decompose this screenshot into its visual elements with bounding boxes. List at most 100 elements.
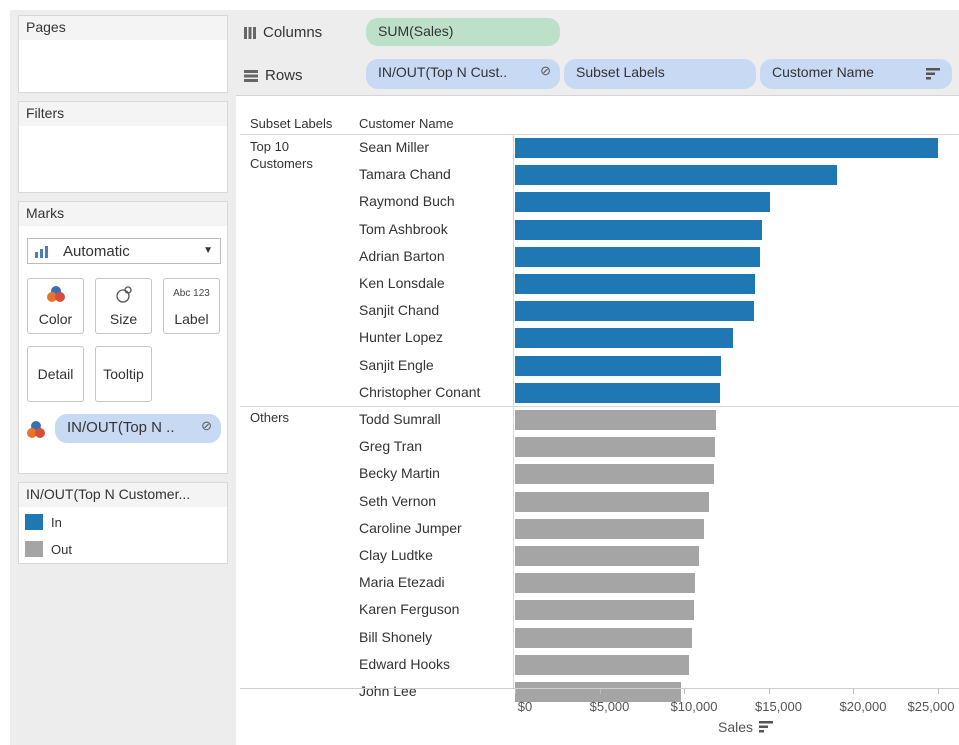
group-label-top[interactable]: Top 10 Customers bbox=[250, 138, 340, 172]
customer-name-label[interactable]: Clay Ludtke bbox=[359, 547, 433, 563]
customer-name-label[interactable]: Seth Vernon bbox=[359, 493, 436, 509]
customer-name-label[interactable]: Maria Etezadi bbox=[359, 574, 445, 590]
sort-icon bbox=[926, 68, 940, 80]
legend-item-in[interactable]: In bbox=[25, 513, 62, 531]
sales-bar[interactable] bbox=[515, 546, 699, 566]
x-axis-tick bbox=[684, 689, 685, 694]
rows-shelf[interactable]: Rows IN/OUT(Top N Cust.. ⊘ Subset Labels… bbox=[236, 57, 959, 95]
shelves-area: Columns SUM(Sales) Rows IN/OUT(Top N Cus… bbox=[236, 10, 959, 96]
set-icon: ⊘ bbox=[201, 418, 212, 433]
rows-icon bbox=[244, 69, 258, 82]
sales-bar[interactable] bbox=[515, 355, 721, 376]
sales-bar[interactable] bbox=[515, 518, 704, 539]
customer-name-label[interactable]: Karen Ferguson bbox=[359, 601, 459, 617]
customer-name-label[interactable]: Raymond Buch bbox=[359, 193, 455, 209]
pane-divider bbox=[513, 134, 514, 689]
label-label: Label bbox=[174, 311, 209, 327]
sales-bar[interactable] bbox=[515, 491, 709, 512]
sales-bar[interactable] bbox=[515, 654, 689, 675]
sales-bar[interactable] bbox=[515, 464, 714, 485]
columns-icon bbox=[244, 26, 256, 39]
sales-bar[interactable] bbox=[515, 410, 716, 430]
x-axis-tick bbox=[768, 689, 770, 694]
left-panel: Pages Filters Marks Automatic ▼ Color Si… bbox=[10, 10, 236, 745]
color-field-label: IN/OUT(Top N .. bbox=[67, 419, 175, 436]
x-axis-tick-label: $5,000 bbox=[589, 699, 630, 714]
customer-name-label[interactable]: Adrian Barton bbox=[359, 248, 445, 264]
mark-type-select[interactable]: Automatic ▼ bbox=[27, 238, 221, 264]
sales-bar[interactable] bbox=[515, 600, 694, 621]
group-label-others[interactable]: Others bbox=[250, 409, 289, 426]
mark-type-value: Automatic bbox=[63, 243, 130, 260]
customer-name-label[interactable]: Bill Shonely bbox=[359, 629, 432, 645]
legend-title[interactable]: IN/OUT(Top N Customer... bbox=[19, 483, 227, 507]
customer-name-label[interactable]: Becky Martin bbox=[359, 465, 440, 481]
sum-sales-label: SUM(Sales) bbox=[378, 23, 454, 39]
x-axis-tick bbox=[599, 689, 601, 694]
sales-bar[interactable] bbox=[515, 165, 837, 186]
x-axis-tick-label: $0 bbox=[517, 699, 533, 714]
x-axis-tick bbox=[937, 689, 939, 694]
size-button[interactable]: Size bbox=[95, 278, 152, 334]
legend-swatch-out bbox=[25, 541, 43, 557]
customer-name-label[interactable]: Caroline Jumper bbox=[359, 520, 462, 536]
x-axis-label: Sales bbox=[718, 719, 754, 735]
x-axis-title[interactable]: Sales bbox=[718, 719, 774, 735]
color-button[interactable]: Color bbox=[27, 278, 84, 334]
x-axis-tick bbox=[853, 689, 854, 694]
customer-name-label[interactable]: Edward Hooks bbox=[359, 656, 450, 672]
customer-name-label[interactable]: Tamara Chand bbox=[359, 166, 451, 182]
customer-name-label[interactable]: Tom Ashbrook bbox=[359, 221, 448, 237]
rows-label: Rows bbox=[265, 67, 303, 84]
customer-name-label[interactable]: Greg Tran bbox=[359, 438, 422, 454]
sales-bar[interactable] bbox=[515, 192, 770, 213]
sum-sales-pill[interactable]: SUM(Sales) bbox=[366, 18, 560, 46]
legend-item-out[interactable]: Out bbox=[25, 540, 72, 558]
customer-name-label[interactable]: Sean Miller bbox=[359, 139, 429, 155]
pages-card[interactable]: Pages bbox=[18, 15, 228, 93]
sales-bar[interactable] bbox=[515, 301, 754, 322]
customer-name-pill[interactable]: Customer Name bbox=[760, 59, 952, 89]
rows-shelf-name: Rows bbox=[243, 67, 303, 84]
columns-shelf[interactable]: Columns SUM(Sales) bbox=[236, 14, 959, 52]
tooltip-label: Tooltip bbox=[103, 366, 144, 382]
detail-label: Detail bbox=[37, 366, 74, 382]
customer-name-label[interactable]: Sanjit Engle bbox=[359, 357, 434, 373]
sales-bar[interactable] bbox=[515, 627, 692, 648]
customer-name-label[interactable]: Ken Lonsdale bbox=[359, 275, 445, 291]
label-button[interactable]: Abc 123 Label bbox=[163, 278, 220, 334]
legend-label-out: Out bbox=[51, 541, 72, 557]
in-out-pill[interactable]: IN/OUT(Top N Cust.. ⊘ bbox=[366, 59, 560, 89]
size-label: Size bbox=[109, 311, 138, 327]
sales-bar[interactable] bbox=[515, 573, 695, 594]
sales-bar[interactable] bbox=[515, 219, 762, 240]
sort-icon[interactable] bbox=[759, 721, 774, 733]
legend-swatch-in bbox=[25, 514, 43, 530]
x-axis-tick-label: $25,000 bbox=[907, 699, 955, 714]
x-axis-tick-label: $10,000 bbox=[670, 699, 718, 714]
size-icon bbox=[115, 286, 132, 303]
subset-labels-pill[interactable]: Subset Labels bbox=[564, 59, 756, 89]
sales-bar[interactable] bbox=[515, 138, 938, 158]
subset-labels-header[interactable]: Subset Labels bbox=[250, 116, 332, 131]
tooltip-button[interactable]: Tooltip bbox=[95, 346, 152, 402]
marks-card: Marks Automatic ▼ Color Size Abc 123 Lab… bbox=[18, 201, 228, 474]
sales-bar[interactable] bbox=[515, 437, 715, 458]
customer-name-label[interactable]: Sanjit Chand bbox=[359, 302, 439, 318]
sales-bar[interactable] bbox=[515, 274, 755, 294]
columns-label: Columns bbox=[263, 24, 323, 41]
chevron-down-icon: ▼ bbox=[203, 245, 213, 256]
customer-name-label[interactable]: Christopher Conant bbox=[359, 384, 480, 400]
customer-name-label[interactable]: John Lee bbox=[359, 683, 417, 699]
sales-bar[interactable] bbox=[515, 246, 760, 267]
customer-name-header[interactable]: Customer Name bbox=[359, 116, 454, 131]
filters-card[interactable]: Filters bbox=[18, 101, 228, 193]
customer-name-label[interactable]: Hunter Lopez bbox=[359, 329, 443, 345]
customer-name-label[interactable]: Todd Sumrall bbox=[359, 411, 441, 427]
detail-button[interactable]: Detail bbox=[27, 346, 84, 402]
sales-bar[interactable] bbox=[515, 328, 733, 349]
bar-chart-icon bbox=[35, 246, 48, 258]
sales-bar[interactable] bbox=[515, 382, 720, 403]
columns-shelf-name: Columns bbox=[243, 24, 322, 41]
color-field-pill[interactable]: IN/OUT(Top N .. ⊘ bbox=[55, 414, 221, 443]
